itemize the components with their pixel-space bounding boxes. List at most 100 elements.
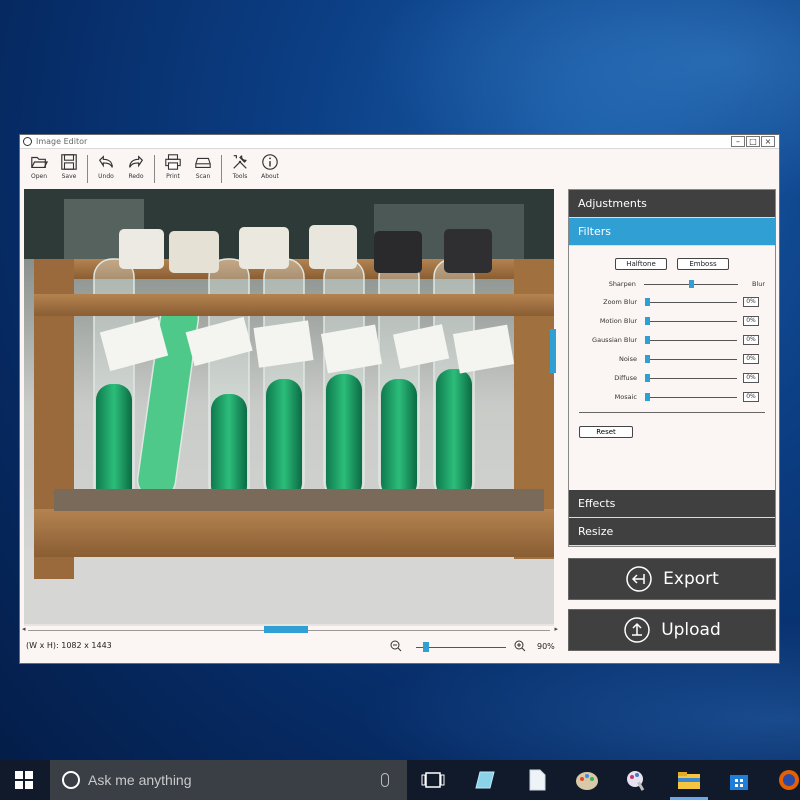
save-label: Save (61, 173, 77, 180)
redo-button[interactable]: Redo (121, 153, 151, 180)
sharpen-blur-slider[interactable] (643, 280, 738, 288)
redo-label: Redo (128, 173, 144, 180)
adjustments-header[interactable]: Adjustments (569, 190, 775, 218)
filter-slider-thumb[interactable] (645, 335, 650, 344)
scroll-right-icon[interactable]: ▸ (554, 625, 558, 633)
upload-button[interactable]: Upload (568, 609, 776, 651)
filter-label: Gaussian Blur (592, 335, 637, 344)
windows-logo-icon (15, 771, 33, 789)
print-button[interactable]: Print (158, 153, 188, 180)
filter-slider[interactable] (645, 392, 737, 401)
document-icon[interactable] (524, 768, 550, 792)
toolbar-separator (154, 155, 155, 183)
image-canvas[interactable] (24, 189, 554, 626)
filter-label: Noise (618, 354, 637, 363)
toolbar-separator (221, 155, 222, 183)
filter-slider[interactable] (645, 297, 737, 306)
filter-value: 0% (743, 353, 759, 364)
about-label: About (261, 173, 279, 180)
file-explorer-icon[interactable] (676, 768, 702, 792)
export-button[interactable]: Export (568, 558, 776, 600)
minimize-button[interactable]: – (731, 135, 745, 147)
test-tubes-photo (24, 189, 554, 624)
filter-row: Diffuse 0% (579, 372, 765, 383)
filter-row: Mosaic 0% (579, 391, 765, 402)
filter-row: Motion Blur 0% (579, 315, 765, 326)
upload-icon (624, 617, 650, 643)
undo-button[interactable]: Undo (91, 153, 121, 180)
print-label: Print (166, 173, 180, 180)
filter-slider-thumb[interactable] (645, 354, 650, 363)
search-placeholder: Ask me anything (88, 772, 192, 788)
save-button[interactable]: Save (54, 153, 84, 180)
filter-slider[interactable] (645, 316, 737, 325)
filter-row: Zoom Blur 0% (579, 296, 765, 307)
zoom-slider-track[interactable] (416, 647, 506, 648)
side-panel: Adjustments Filters Halftone Emboss Shar… (568, 189, 776, 547)
zoom-in-icon[interactable] (514, 640, 526, 652)
open-button[interactable]: Open (24, 153, 54, 180)
toolbar-separator (87, 155, 88, 183)
vertical-scroll-thumb[interactable] (550, 329, 556, 373)
filter-slider-thumb[interactable] (645, 373, 650, 382)
filter-slider[interactable] (645, 373, 737, 382)
zoom-slider-thumb[interactable] (423, 642, 429, 652)
export-label: Export (663, 569, 719, 589)
sharpen-blur-row: Sharpen Blur (579, 280, 765, 288)
export-icon (626, 566, 652, 592)
microphone-icon[interactable] (381, 773, 389, 787)
folder-open-icon (31, 156, 48, 168)
filter-value: 0% (743, 334, 759, 345)
scroll-left-icon[interactable]: ◂ (22, 625, 26, 633)
sharpen-blur-thumb[interactable] (688, 280, 694, 288)
zoom-out-icon[interactable] (390, 640, 402, 652)
filter-row: Noise 0% (579, 353, 765, 364)
about-button[interactable]: About (255, 153, 285, 180)
scan-button[interactable]: Scan (188, 153, 218, 180)
paint-app-icon[interactable] (624, 768, 650, 792)
effects-header[interactable]: Effects (569, 490, 775, 518)
store-bag-icon[interactable] (726, 768, 752, 792)
zoom-control: 90% (390, 640, 560, 654)
sharpen-label: Sharpen (608, 280, 636, 288)
vertical-scrollbar[interactable] (550, 189, 558, 626)
panel-divider (579, 412, 765, 413)
filter-value: 0% (743, 296, 759, 307)
printer-icon (165, 154, 181, 170)
taskbar-search[interactable]: Ask me anything (50, 760, 407, 800)
filters-header[interactable]: Filters (569, 218, 775, 246)
filter-value: 0% (743, 372, 759, 383)
tools-label: Tools (232, 173, 248, 180)
horizontal-scroll-thumb[interactable] (264, 626, 308, 633)
resize-header[interactable]: Resize (569, 518, 775, 546)
blur-label: Blur (751, 280, 765, 288)
close-button[interactable]: × (761, 135, 775, 147)
maximize-button[interactable]: □ (746, 135, 760, 147)
reset-button[interactable]: Reset (579, 426, 633, 438)
filter-label: Motion Blur (599, 316, 637, 325)
firefox-icon[interactable] (776, 768, 800, 792)
filter-row: Gaussian Blur 0% (579, 334, 765, 345)
store-app-icon[interactable] (472, 768, 498, 792)
app-icon (23, 137, 32, 146)
filter-label: Zoom Blur (603, 297, 637, 306)
halftone-button[interactable]: Halftone (615, 258, 667, 270)
filter-label: Mosaic (614, 392, 637, 401)
info-icon (262, 154, 278, 170)
filter-label: Diffuse (614, 373, 637, 382)
horizontal-scrollbar[interactable]: ◂ ▸ (22, 625, 558, 634)
image-editor-window: Image Editor – □ × Open Save Undo Redo P… (19, 134, 780, 664)
open-label: Open (30, 173, 48, 180)
task-view-icon[interactable] (420, 768, 446, 792)
paint-palette-icon[interactable] (574, 768, 600, 792)
filter-slider-thumb[interactable] (645, 392, 650, 401)
filter-slider[interactable] (645, 335, 737, 344)
filter-slider-thumb[interactable] (645, 316, 650, 325)
start-button[interactable] (0, 760, 48, 800)
filter-slider-thumb[interactable] (645, 297, 650, 306)
emboss-button[interactable]: Emboss (677, 258, 729, 270)
zoom-value: 90% (537, 642, 555, 651)
tools-button[interactable]: Tools (225, 153, 255, 180)
tools-icon (233, 155, 247, 169)
filter-slider[interactable] (645, 354, 737, 363)
